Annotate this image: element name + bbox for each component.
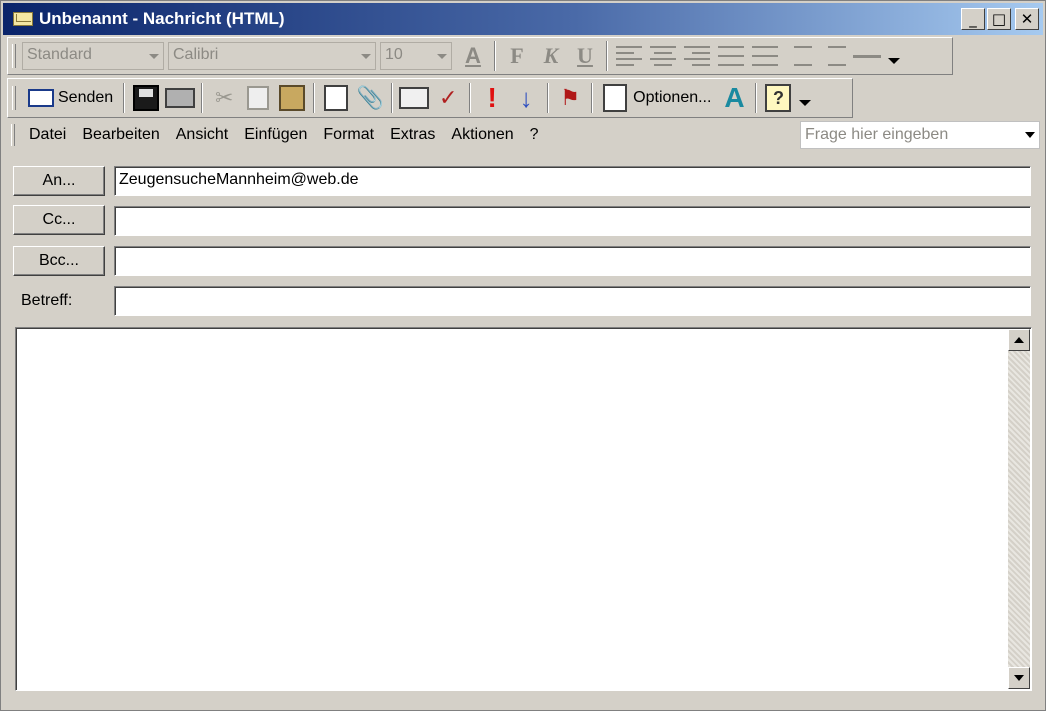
cc-button[interactable]: Cc... — [13, 205, 105, 235]
send-label: Senden — [58, 89, 114, 106]
horizontal-line-icon[interactable] — [850, 39, 884, 73]
menu-bearbeiten[interactable]: Bearbeiten — [74, 126, 167, 144]
toolbar-separator — [755, 83, 758, 113]
bullets-icon[interactable] — [714, 39, 748, 73]
scroll-down-icon[interactable] — [1008, 667, 1030, 689]
print-icon[interactable] — [163, 81, 197, 115]
font-size-value: 10 — [385, 46, 403, 63]
menu-format[interactable]: Format — [315, 126, 382, 144]
send-button[interactable]: Senden — [22, 81, 119, 115]
options-icon — [603, 84, 628, 112]
bold-icon[interactable]: F — [500, 39, 534, 73]
close-button[interactable]: ✕ — [1015, 8, 1039, 30]
envelope-icon — [13, 12, 33, 26]
save-icon[interactable] — [129, 81, 163, 115]
toolbar-separator — [391, 83, 394, 113]
to-field[interactable]: ZeugensucheMannheim@web.de — [114, 166, 1031, 196]
message-body[interactable] — [15, 327, 1032, 691]
increase-indent-icon[interactable] — [816, 39, 850, 73]
toolbar-grip[interactable] — [12, 86, 16, 110]
toolbar-separator — [469, 83, 472, 113]
format-toolbar: Standard Calibri 10 A F K U — [7, 37, 953, 75]
toolbar-separator — [547, 83, 550, 113]
cut-icon[interactable]: ✂ — [207, 81, 241, 115]
help-search-placeholder: Frage hier eingeben — [805, 126, 949, 143]
decrease-indent-icon[interactable] — [782, 39, 816, 73]
chevron-down-icon — [437, 54, 447, 59]
cc-field[interactable] — [114, 206, 1031, 236]
align-center-icon[interactable] — [646, 39, 680, 73]
bold-glyph: F — [510, 43, 524, 68]
align-left-icon[interactable] — [612, 39, 646, 73]
font-color-icon[interactable]: A — [456, 39, 490, 73]
attach-icon[interactable]: 📎 — [353, 81, 387, 115]
message-window: Unbenannt - Nachricht (HTML) _ □ ✕ Stand… — [0, 0, 1046, 711]
font-combo[interactable]: Calibri — [168, 42, 376, 70]
chevron-down-icon — [361, 54, 371, 59]
menu-extras[interactable]: Extras — [382, 126, 443, 144]
toolbar-options-icon[interactable] — [799, 100, 812, 106]
font-value: Calibri — [173, 46, 219, 63]
underline-icon[interactable]: U — [568, 39, 602, 73]
menu-ansicht[interactable]: Ansicht — [168, 126, 236, 144]
menu-help[interactable]: ? — [522, 126, 547, 144]
toolbar-separator — [494, 41, 496, 71]
font-color-glyph: A — [465, 43, 481, 68]
help-search-input[interactable]: Frage hier eingeben — [800, 121, 1040, 149]
window-title: Unbenannt - Nachricht (HTML) — [39, 9, 285, 28]
chevron-down-icon[interactable] — [1025, 132, 1035, 138]
bcc-button[interactable]: Bcc... — [13, 246, 105, 276]
style-value: Standard — [27, 46, 92, 63]
importance-low-icon[interactable]: ↓ — [509, 81, 543, 115]
toolbar-separator — [123, 83, 126, 113]
menu-einfuegen[interactable]: Einfügen — [236, 126, 315, 144]
format-text-icon[interactable]: A — [717, 81, 751, 115]
bcc-field[interactable] — [114, 246, 1031, 276]
toolbar-separator — [313, 83, 316, 113]
options-button[interactable]: Optionen... — [597, 81, 717, 115]
window-controls: _ □ ✕ — [961, 8, 1039, 30]
address-book-icon[interactable] — [397, 81, 431, 115]
toolbar-options-icon[interactable] — [888, 58, 900, 64]
importance-high-icon[interactable]: ! — [475, 81, 509, 115]
italic-icon[interactable]: K — [534, 39, 568, 73]
title-bar[interactable]: Unbenannt - Nachricht (HTML) _ □ ✕ — [3, 3, 1043, 35]
to-button[interactable]: An... — [13, 166, 105, 196]
options-label: Optionen... — [633, 89, 712, 106]
subject-field[interactable] — [114, 286, 1031, 316]
chevron-down-icon — [149, 54, 159, 59]
numbering-icon[interactable] — [748, 39, 782, 73]
menu-grip[interactable] — [11, 124, 15, 146]
standard-toolbar: Senden ✂ 📎 ✓ ! ↓ ⚑ Optionen... A ? — [7, 78, 853, 118]
scroll-up-icon[interactable] — [1008, 329, 1030, 351]
signature-icon[interactable] — [319, 81, 353, 115]
paste-icon[interactable] — [275, 81, 309, 115]
follow-up-flag-icon[interactable]: ⚑ — [553, 81, 587, 115]
copy-icon[interactable] — [241, 81, 275, 115]
style-combo[interactable]: Standard — [22, 42, 164, 70]
toolbar-grip[interactable] — [12, 44, 16, 68]
vertical-scrollbar[interactable] — [1008, 329, 1030, 689]
toolbar-separator — [201, 83, 204, 113]
toolbar-separator — [591, 83, 594, 113]
italic-glyph: K — [543, 43, 559, 68]
menu-aktionen[interactable]: Aktionen — [443, 126, 521, 144]
maximize-button[interactable]: □ — [987, 8, 1011, 30]
minimize-button[interactable]: _ — [961, 8, 985, 30]
subject-label: Betreff: — [21, 292, 73, 309]
toolbar-separator — [606, 41, 608, 71]
send-icon — [28, 89, 54, 107]
help-icon[interactable]: ? — [761, 81, 795, 115]
align-right-icon[interactable] — [680, 39, 714, 73]
menu-datei[interactable]: Datei — [21, 126, 74, 144]
font-size-combo[interactable]: 10 — [380, 42, 452, 70]
check-names-icon[interactable]: ✓ — [431, 81, 465, 115]
underline-glyph: U — [577, 43, 593, 68]
